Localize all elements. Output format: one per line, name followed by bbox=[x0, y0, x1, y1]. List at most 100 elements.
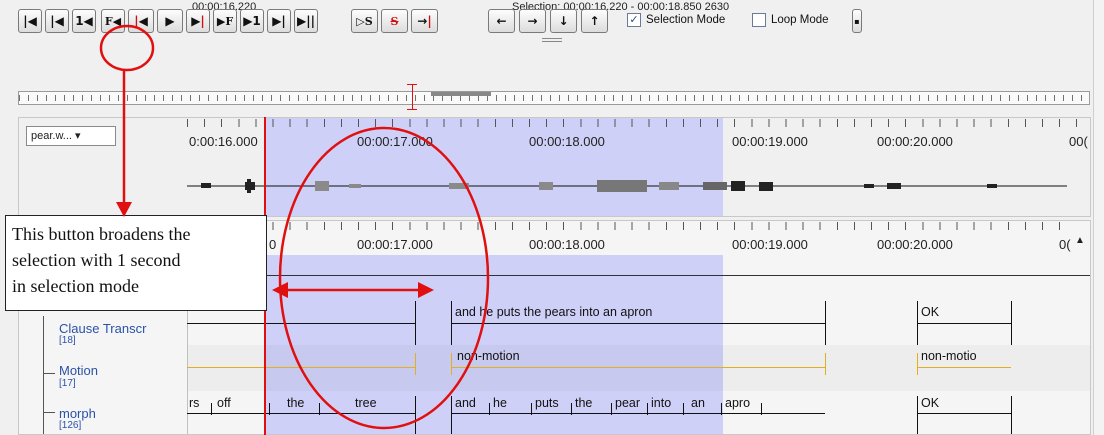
callout-line: in selection mode bbox=[12, 276, 139, 296]
go-to-end-button[interactable]: ▶|| bbox=[294, 9, 318, 33]
overview-timeline[interactable] bbox=[18, 91, 1090, 105]
tier-count-morph: [126] bbox=[59, 420, 82, 431]
media-file-dropdown[interactable]: pear.w... ▾ bbox=[26, 126, 116, 146]
selection-marker-icon: | bbox=[200, 14, 205, 28]
tier-count-motion: [17] bbox=[59, 378, 76, 389]
next-f-button[interactable]: ▶F bbox=[213, 9, 237, 33]
morph-annotation[interactable]: tree bbox=[355, 396, 377, 410]
loop-mode-label: Loop Mode bbox=[771, 14, 829, 26]
prev-f-icon: F◀ bbox=[104, 14, 122, 28]
selection-mode-checkbox[interactable]: ✓ bbox=[627, 13, 641, 27]
morph-boundary bbox=[451, 396, 452, 434]
morph-annotation[interactable]: the bbox=[287, 396, 304, 410]
morph-boundary bbox=[761, 403, 762, 415]
annotation-boundary bbox=[1011, 301, 1012, 345]
tier-name-clause[interactable]: Clause Transcr bbox=[59, 321, 146, 336]
overview-position-stem bbox=[412, 84, 413, 110]
play-selection-s-button[interactable]: ▷S bbox=[351, 9, 378, 33]
fwd-1s-icon: ▶1 bbox=[243, 14, 261, 28]
next-f-icon: ▶F bbox=[216, 14, 234, 28]
morph-boundary bbox=[917, 396, 918, 434]
play-selection-icon: ▶ bbox=[191, 14, 201, 28]
tier-name-morph[interactable]: morph bbox=[59, 406, 96, 421]
next-frame-icon: ▶| bbox=[272, 14, 286, 28]
waveform-time-label: 00:00:20.000 bbox=[877, 134, 953, 149]
tier-name-motion[interactable]: Motion bbox=[59, 363, 98, 378]
callout-line: selection with 1 second bbox=[12, 250, 181, 270]
waveform-time-label: 00:00:17.000 bbox=[357, 134, 433, 149]
morph-boundary bbox=[647, 403, 648, 415]
arrow-up-icon: ↑ bbox=[589, 14, 600, 28]
morph-boundary bbox=[319, 403, 320, 415]
go-to-begin-button[interactable]: |◀ bbox=[18, 9, 42, 33]
morph-annotation[interactable]: into bbox=[651, 396, 671, 410]
clause-annotation[interactable]: OK bbox=[921, 305, 939, 319]
tiers-scroll-up-icon[interactable]: ▲ bbox=[1075, 235, 1085, 246]
morph-annotation[interactable]: pear bbox=[615, 396, 640, 410]
waveform-panel[interactable]: pear.w... ▾ 0:00:16.000 00:00:17.000 00:… bbox=[18, 117, 1091, 217]
window-scrollbar[interactable] bbox=[1093, 0, 1104, 435]
previous-f-button[interactable]: F◀ bbox=[101, 9, 125, 33]
previous-frame-button[interactable]: |◀ bbox=[45, 9, 69, 33]
move-down-button[interactable]: ↓ bbox=[550, 9, 577, 33]
morph-annotation[interactable]: rs bbox=[189, 396, 199, 410]
morph-annotation[interactable]: OK bbox=[921, 396, 939, 410]
waveform-time-label: 00:00:18.000 bbox=[529, 134, 605, 149]
back-1s-icon: 1◀ bbox=[75, 14, 93, 28]
back-one-second-button[interactable]: 1◀ bbox=[72, 9, 96, 33]
motion-boundary bbox=[415, 353, 416, 375]
arrow-down-icon: ↓ bbox=[558, 14, 569, 28]
overview-viewport[interactable] bbox=[431, 92, 491, 96]
morph-boundary bbox=[211, 403, 212, 415]
to-selection-end-button[interactable]: → | bbox=[411, 9, 438, 33]
tiers-time-label: 00:00:17.000 bbox=[357, 237, 433, 252]
next-frame-button[interactable]: ▶| bbox=[267, 9, 291, 33]
waveform-time-label: 0:00:16.000 bbox=[189, 134, 258, 149]
play-button[interactable]: ▶ bbox=[157, 9, 183, 33]
tiers-time-label: 00:00:19.000 bbox=[732, 237, 808, 252]
selection-mode-label: Selection Mode bbox=[646, 14, 726, 26]
tier-tree-branch bbox=[43, 373, 55, 374]
go-begin-icon: |◀ bbox=[23, 14, 37, 28]
motion-annotation[interactable]: non-motio bbox=[921, 349, 977, 363]
go-end-icon: ▶|| bbox=[297, 14, 315, 28]
waveform-selection bbox=[265, 118, 723, 216]
move-up-button[interactable]: ↑ bbox=[581, 9, 608, 33]
motion-annotation[interactable]: non-motion bbox=[457, 349, 520, 363]
forward-one-second-button[interactable]: ▶1 bbox=[240, 9, 264, 33]
annotation-span bbox=[917, 323, 1011, 324]
morph-annotation[interactable]: off bbox=[217, 396, 231, 410]
tier-count-clause: [18] bbox=[59, 335, 76, 346]
loop-mode-checkbox[interactable] bbox=[752, 13, 766, 27]
waveform-ruler-ticks bbox=[187, 119, 1090, 127]
arrow-right-icon: → bbox=[527, 14, 538, 28]
callout-line: This button broadens the bbox=[12, 224, 191, 244]
clause-annotation[interactable]: and he puts the pears into an apron bbox=[455, 305, 652, 319]
play-selection-button[interactable]: ▶ | bbox=[186, 9, 210, 33]
more-toolbar-button[interactable]: ▪ bbox=[852, 9, 862, 33]
previous-boundary-button[interactable]: | ◀ bbox=[128, 9, 154, 33]
tier-tree-branch bbox=[43, 412, 55, 413]
waveform-time-label: 00:00:19.000 bbox=[732, 134, 808, 149]
clear-selection-icon: S bbox=[390, 14, 399, 28]
morph-annotation[interactable]: and bbox=[455, 396, 476, 410]
tiers-time-label: 0 bbox=[269, 237, 277, 252]
motion-span bbox=[187, 367, 415, 368]
to-selection-end-icon: → bbox=[417, 14, 428, 28]
clear-selection-button[interactable]: S bbox=[381, 9, 408, 33]
move-right-button[interactable]: → bbox=[519, 9, 546, 33]
play-s-icon: ▷S bbox=[356, 14, 373, 28]
morph-annotation[interactable]: the bbox=[575, 396, 592, 410]
tiers-time-label: 0( bbox=[1059, 237, 1071, 252]
arrow-left-icon: ← bbox=[496, 14, 507, 28]
splitter-grip[interactable] bbox=[542, 38, 562, 42]
overview-ticks bbox=[19, 95, 1089, 101]
morph-span bbox=[917, 413, 1011, 414]
morph-annotation[interactable]: he bbox=[493, 396, 507, 410]
move-left-button[interactable]: ← bbox=[488, 9, 515, 33]
morph-annotation[interactable]: an bbox=[691, 396, 705, 410]
morph-annotation[interactable]: puts bbox=[535, 396, 559, 410]
tier-tree-lines bbox=[43, 316, 44, 434]
morph-annotation[interactable]: apro bbox=[725, 396, 750, 410]
morph-boundary bbox=[269, 403, 270, 415]
